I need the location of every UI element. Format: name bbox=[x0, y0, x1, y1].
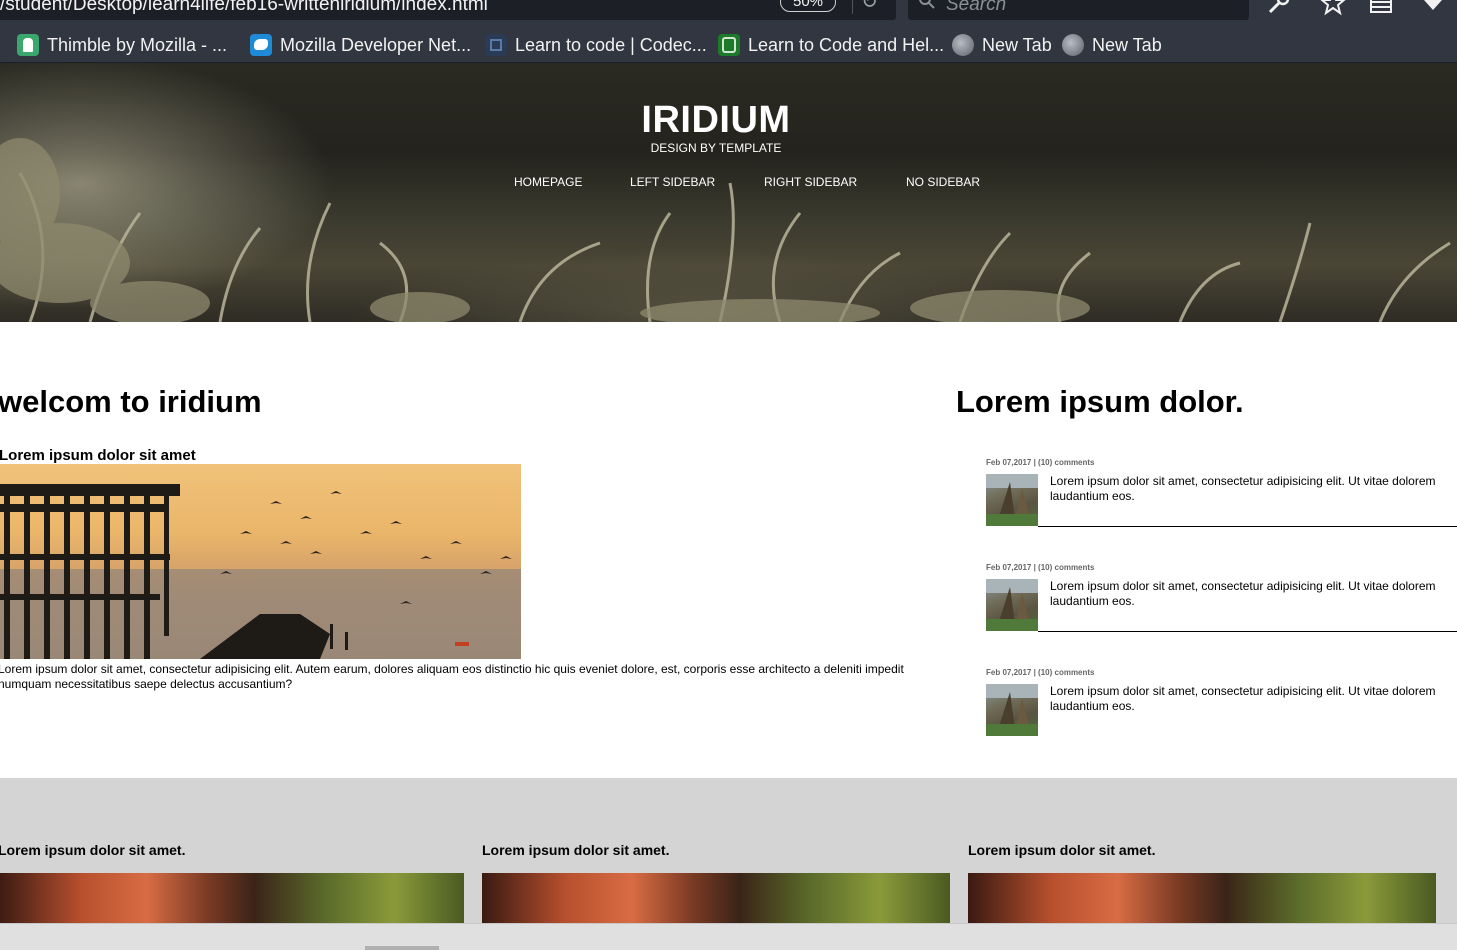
horizontal-scrollbar[interactable] bbox=[0, 923, 1457, 950]
post-image bbox=[0, 464, 521, 659]
freecodecamp-icon bbox=[718, 34, 740, 56]
post-excerpt: Lorem ipsum dolor sit amet, consectetur … bbox=[1050, 579, 1436, 608]
footer-column-title: Lorem ipsum dolor sit amet. bbox=[968, 842, 1156, 858]
hillside-illustration bbox=[986, 474, 1038, 526]
site-subtitle: DESIGN BY TEMPLATE bbox=[650, 141, 782, 155]
bookmark-codecademy[interactable]: Learn to code | Codec... bbox=[485, 30, 707, 60]
bookmark-freecodecamp[interactable]: Learn to Code and Hel... bbox=[718, 30, 944, 60]
bookmark-label: Thimble by Mozilla - ... bbox=[47, 34, 228, 55]
bookmark-label: Learn to Code and Hel... bbox=[748, 34, 945, 55]
nav-no-sidebar[interactable]: NO SIDEBAR bbox=[906, 175, 980, 189]
thimble-icon bbox=[17, 34, 39, 56]
footer-column-image bbox=[968, 873, 1436, 923]
footer-column-image bbox=[482, 873, 950, 923]
star-icon[interactable] bbox=[1320, 0, 1346, 16]
wrench-icon[interactable] bbox=[1266, 0, 1292, 16]
divider bbox=[1038, 526, 1457, 527]
globe-icon bbox=[952, 34, 974, 56]
codecademy-icon bbox=[485, 34, 507, 56]
bookmark-label: Learn to code | Codec... bbox=[515, 34, 707, 55]
globe-icon bbox=[1062, 34, 1084, 56]
hillside-illustration bbox=[986, 579, 1038, 631]
sidebar-heading: Lorem ipsum dolor. bbox=[956, 384, 1244, 419]
footer-column-image bbox=[0, 873, 464, 923]
footer-column-title: Lorem ipsum dolor sit amet. bbox=[0, 842, 186, 858]
search-icon bbox=[919, 0, 935, 9]
post-thumbnail bbox=[986, 474, 1038, 526]
post-meta: Feb 07,2017 | (10) comments bbox=[986, 668, 1095, 677]
post-excerpt: Lorem ipsum dolor sit amet, consectetur … bbox=[1050, 684, 1436, 713]
post-meta: Feb 07,2017 | (10) comments bbox=[986, 458, 1095, 467]
download-icon[interactable] bbox=[1420, 0, 1446, 16]
post-body: Lorem ipsum dolor sit amet, consectetur … bbox=[0, 662, 904, 691]
post-thumbnail bbox=[986, 684, 1038, 736]
nav-homepage[interactable]: HOMEPAGE bbox=[514, 175, 582, 189]
bookmark-thimble[interactable]: Thimble by Mozilla - ... bbox=[17, 30, 227, 60]
zoom-level-badge[interactable]: 50% bbox=[780, 0, 836, 12]
post-thumbnail bbox=[986, 579, 1038, 631]
divider bbox=[1038, 631, 1457, 632]
post-title: Lorem ipsum dolor sit amet bbox=[0, 447, 196, 464]
footer-column-title: Lorem ipsum dolor sit amet. bbox=[482, 842, 670, 858]
search-bar[interactable]: Search bbox=[908, 0, 1249, 20]
post-excerpt: Lorem ipsum dolor sit amet, consectetur … bbox=[1050, 474, 1436, 503]
main-nav: HOMEPAGE LEFT SIDEBAR RIGHT SIDEBAR NO S… bbox=[0, 175, 1457, 195]
footer-section: Lorem ipsum dolor sit amet. Lorem ipsum … bbox=[0, 778, 1457, 923]
scrollbar-thumb[interactable] bbox=[365, 946, 439, 950]
site-title: IRIDIUM bbox=[641, 99, 791, 141]
nav-right-sidebar[interactable]: RIGHT SIDEBAR bbox=[764, 175, 857, 189]
url-text[interactable]: /student/Desktop/learn4life/feb16-writte… bbox=[0, 0, 488, 16]
bookmark-new-tab-1[interactable]: New Tab bbox=[952, 30, 1052, 60]
bookmark-new-tab-2[interactable]: New Tab bbox=[1062, 30, 1162, 60]
library-icon[interactable] bbox=[1368, 0, 1394, 16]
bookmark-label: Mozilla Developer Net... bbox=[280, 34, 472, 55]
hero-banner: IRIDIUM DESIGN BY TEMPLATE HOMEPAGE LEFT… bbox=[0, 63, 1457, 322]
url-bar[interactable]: /student/Desktop/learn4life/feb16-writte… bbox=[0, 0, 896, 20]
search-placeholder[interactable]: Search bbox=[946, 0, 1006, 16]
mdn-icon bbox=[250, 34, 272, 56]
reload-icon[interactable]: ↻ bbox=[852, 0, 886, 14]
bookmarks-toolbar: . Thimble by Mozilla - ... Mozilla Devel… bbox=[0, 30, 1457, 60]
pier-birds-illustration bbox=[0, 484, 521, 659]
bookmark-label: New Tab bbox=[982, 34, 1052, 55]
nav-left-sidebar[interactable]: LEFT SIDEBAR bbox=[630, 175, 715, 189]
post-meta: Feb 07,2017 | (10) comments bbox=[986, 563, 1095, 572]
bookmark-label: New Tab bbox=[1092, 34, 1162, 55]
browser-toolbar: /student/Desktop/learn4life/feb16-writte… bbox=[0, 0, 1457, 63]
bookmark-mdn[interactable]: Mozilla Developer Net... bbox=[250, 30, 471, 60]
main-heading: welcom to iridium bbox=[0, 384, 262, 419]
hillside-illustration bbox=[986, 684, 1038, 736]
